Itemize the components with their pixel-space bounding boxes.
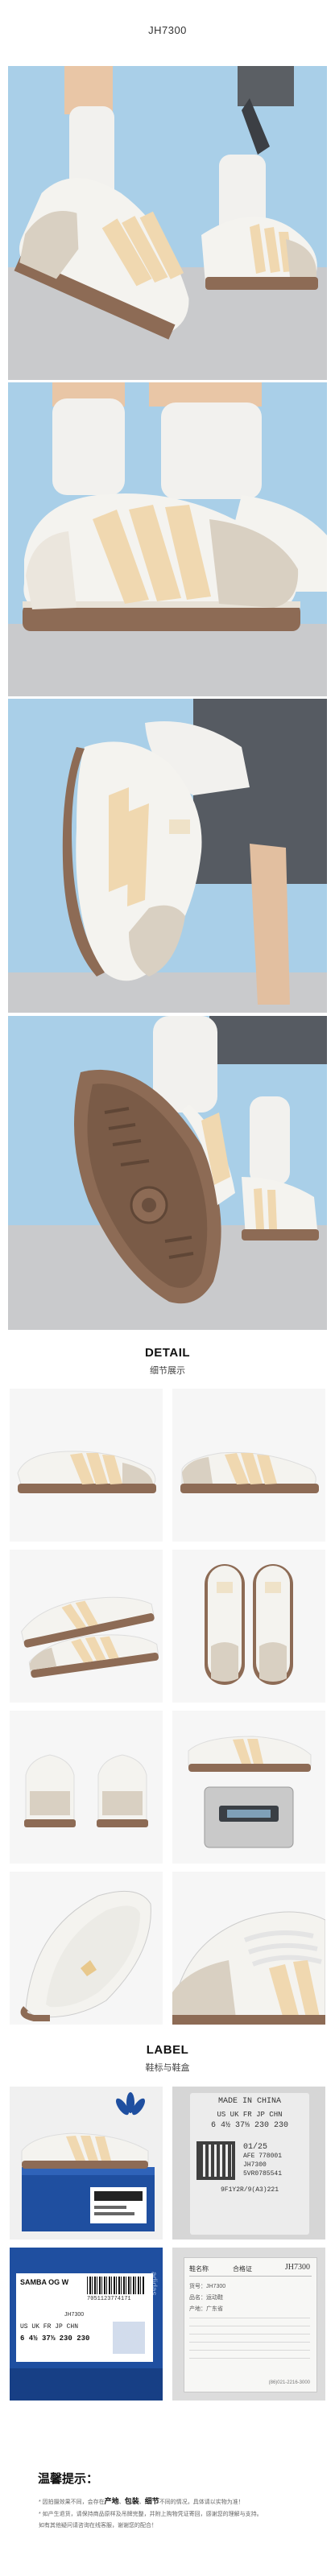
cert-heading-mid: 合格证: [233, 2265, 252, 2273]
detail-tile-side-left: [10, 1389, 163, 1542]
label-code3: 5VR0785541: [243, 2170, 283, 2178]
detail-tile-heels: [10, 1711, 163, 1864]
hero-photo-standing: [8, 66, 327, 380]
detail-tile-insole: [10, 1872, 163, 2025]
label-code2: JH7300: [243, 2161, 267, 2169]
label-code1: AFE 778001: [243, 2153, 283, 2160]
box-size-values: 6 4½ 37⅓ 230 230: [20, 2334, 90, 2343]
notes-keyword-origin: 产地: [104, 2497, 119, 2505]
hero-photo-outsole: [8, 1016, 327, 1330]
detail-tile-pair-angle: [10, 1550, 163, 1703]
label-made-in: MADE IN CHINA: [217, 2097, 281, 2106]
detail-title-en: DETAIL: [144, 1346, 191, 1360]
notes-title: 温馨提示：: [38, 2472, 99, 2486]
cert-line2: 品名：运动鞋: [189, 2295, 223, 2301]
hero-photo-lifted: [8, 699, 327, 1013]
notes-line-2: * 如产生退货，请保持商品原样及吊牌完整，并附上购物凭证寄回，感谢您的理解与支持…: [39, 2512, 263, 2517]
label-section-heading: LABEL 鞋标与鞋盒: [0, 2043, 335, 2074]
notes-line-3: 如有其他疑问请咨询在线客服，谢谢您的配合！: [39, 2523, 157, 2529]
label-title-cn: 鞋标与鞋盒: [145, 2063, 190, 2073]
detail-section-heading: DETAIL 细节展示: [0, 1346, 335, 1377]
cert-footer: (86)021-2216-3000: [268, 2380, 310, 2385]
notes-keyword-packaging: 包装: [124, 2497, 139, 2505]
notes-sep-2: 、: [139, 2500, 145, 2505]
detail-tile-top-view: [172, 1550, 325, 1703]
detail-title-cn: 细节展示: [150, 1366, 185, 1376]
label-date: 01/25: [243, 2143, 268, 2152]
label-code4: 9F1Y2R/9(A3)221: [220, 2186, 279, 2194]
box-label-photo: adidas SAMBA OG W 7051123774171 JH7300 U…: [10, 2248, 163, 2401]
notes-line-1: * 因拍摄效果不同，会存在产地、包装、细节不同的情况，具体请以实物为准！: [39, 2496, 244, 2506]
cert-heading-right: JH7300: [284, 2263, 310, 2272]
barcode-icon: [87, 2277, 145, 2294]
notes-block: 温馨提示： * 因拍摄效果不同，会存在产地、包装、细节不同的情况，具体请以实物为…: [0, 2463, 335, 2576]
box-model-name: SAMBA OG W: [20, 2278, 69, 2286]
notes-line-1-suffix: 不同的情况，具体请以实物为准！: [159, 2500, 244, 2505]
cert-heading-left: 鞋名称: [189, 2265, 209, 2273]
hero-photo-side: [8, 382, 327, 696]
detail-tile-side-right: [172, 1389, 325, 1542]
detail-tile-toe-laces: [172, 1872, 325, 2025]
model-code-title: JH7300: [148, 24, 187, 36]
box-size-headers: US UK FR JP CHN: [20, 2323, 79, 2330]
label-title-en: LABEL: [146, 2043, 189, 2057]
cert-line1: 货号：JH7300: [189, 2284, 226, 2289]
cert-line3: 产地：广东省: [189, 2306, 223, 2312]
detail-tile-scale: [172, 1711, 325, 1864]
qr-code-icon: [196, 2141, 235, 2180]
notes-keyword-details: 细节: [144, 2497, 159, 2505]
shoe-and-box-photo: [10, 2087, 163, 2240]
box-article: JH7300: [64, 2312, 85, 2318]
label-size-headers: US UK FR JP CHN: [217, 2111, 283, 2119]
notes-sep-1: 、: [118, 2500, 125, 2505]
label-size-values: 6 4½ 37⅓ 230 230: [210, 2121, 288, 2130]
shoe-tongue-label-photo: MADE IN CHINA US UK FR JP CHN 6 4½ 37⅓ 2…: [172, 2087, 325, 2240]
box-barcode-number: 7051123774171: [87, 2296, 131, 2302]
notes-line-1-prefix: * 因拍摄效果不同，会存在: [39, 2500, 105, 2505]
certificate-card-photo: 鞋名称 合格证 JH7300 货号：JH7300 品名：运动鞋 产地：广东省 (…: [172, 2248, 325, 2401]
